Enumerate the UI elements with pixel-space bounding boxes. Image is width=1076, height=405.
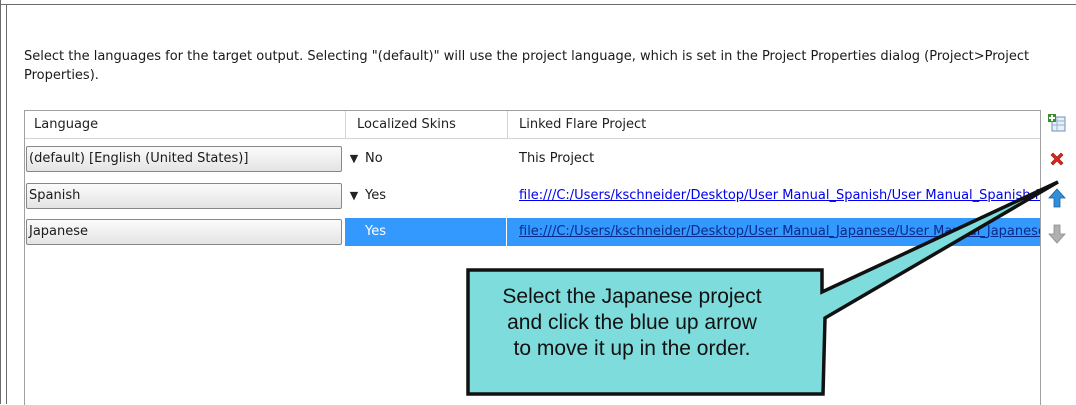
callout-line: Select the Japanese project (502, 285, 762, 308)
callout-line: to move it up in the order. (513, 337, 751, 360)
callout-line: and click the blue up arrow (507, 311, 757, 334)
callout-text: Select the Japanese project and click th… (458, 284, 806, 362)
